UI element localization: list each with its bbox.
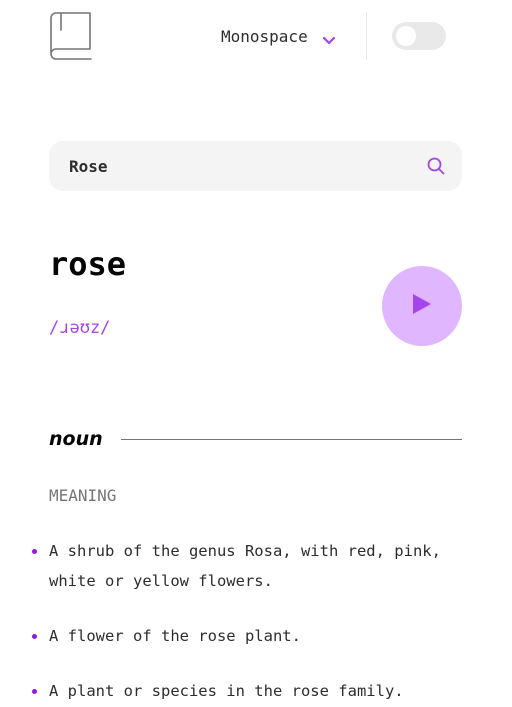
play-icon — [413, 294, 431, 318]
font-selector[interactable]: Monospace — [221, 22, 336, 50]
section-divider — [120, 438, 462, 440]
font-selector-label: Monospace — [221, 26, 308, 46]
dictionary-page: Monospace rose /ɹəʊz/ — [0, 0, 512, 707]
header: Monospace — [49, 12, 462, 60]
header-divider — [366, 12, 367, 60]
definition-text: A shrub of the genus Rosa, with red, pin… — [49, 542, 441, 590]
definition-list: A shrub of the genus Rosa, with red, pin… — [29, 536, 462, 707]
definition-item: A shrub of the genus Rosa, with red, pin… — [29, 536, 462, 596]
bullet-dot — [32, 549, 37, 554]
entry-phonetic: /ɹəʊz/ — [49, 318, 111, 338]
play-pronunciation-button[interactable] — [382, 266, 462, 346]
part-of-speech-row: noun — [49, 424, 462, 454]
definition-text: A plant or species in the rose family. — [49, 682, 404, 700]
bullet-dot — [32, 689, 37, 694]
theme-toggle[interactable] — [392, 22, 446, 50]
chevron-down-icon — [322, 31, 336, 45]
definition-text: A flower of the rose plant. — [49, 627, 301, 645]
search-input[interactable] — [69, 141, 409, 191]
toggle-knob — [396, 26, 416, 46]
bullet-dot — [32, 634, 37, 639]
part-of-speech: noun — [49, 428, 103, 450]
definition-item: A plant or species in the rose family. — [29, 676, 462, 706]
meaning-heading: MEANING — [49, 486, 117, 505]
definition-item: A flower of the rose plant. — [29, 621, 462, 651]
search-bar — [49, 141, 462, 191]
entry-word: rose — [49, 245, 127, 283]
search-icon[interactable] — [427, 157, 445, 175]
book-icon[interactable] — [49, 12, 93, 60]
